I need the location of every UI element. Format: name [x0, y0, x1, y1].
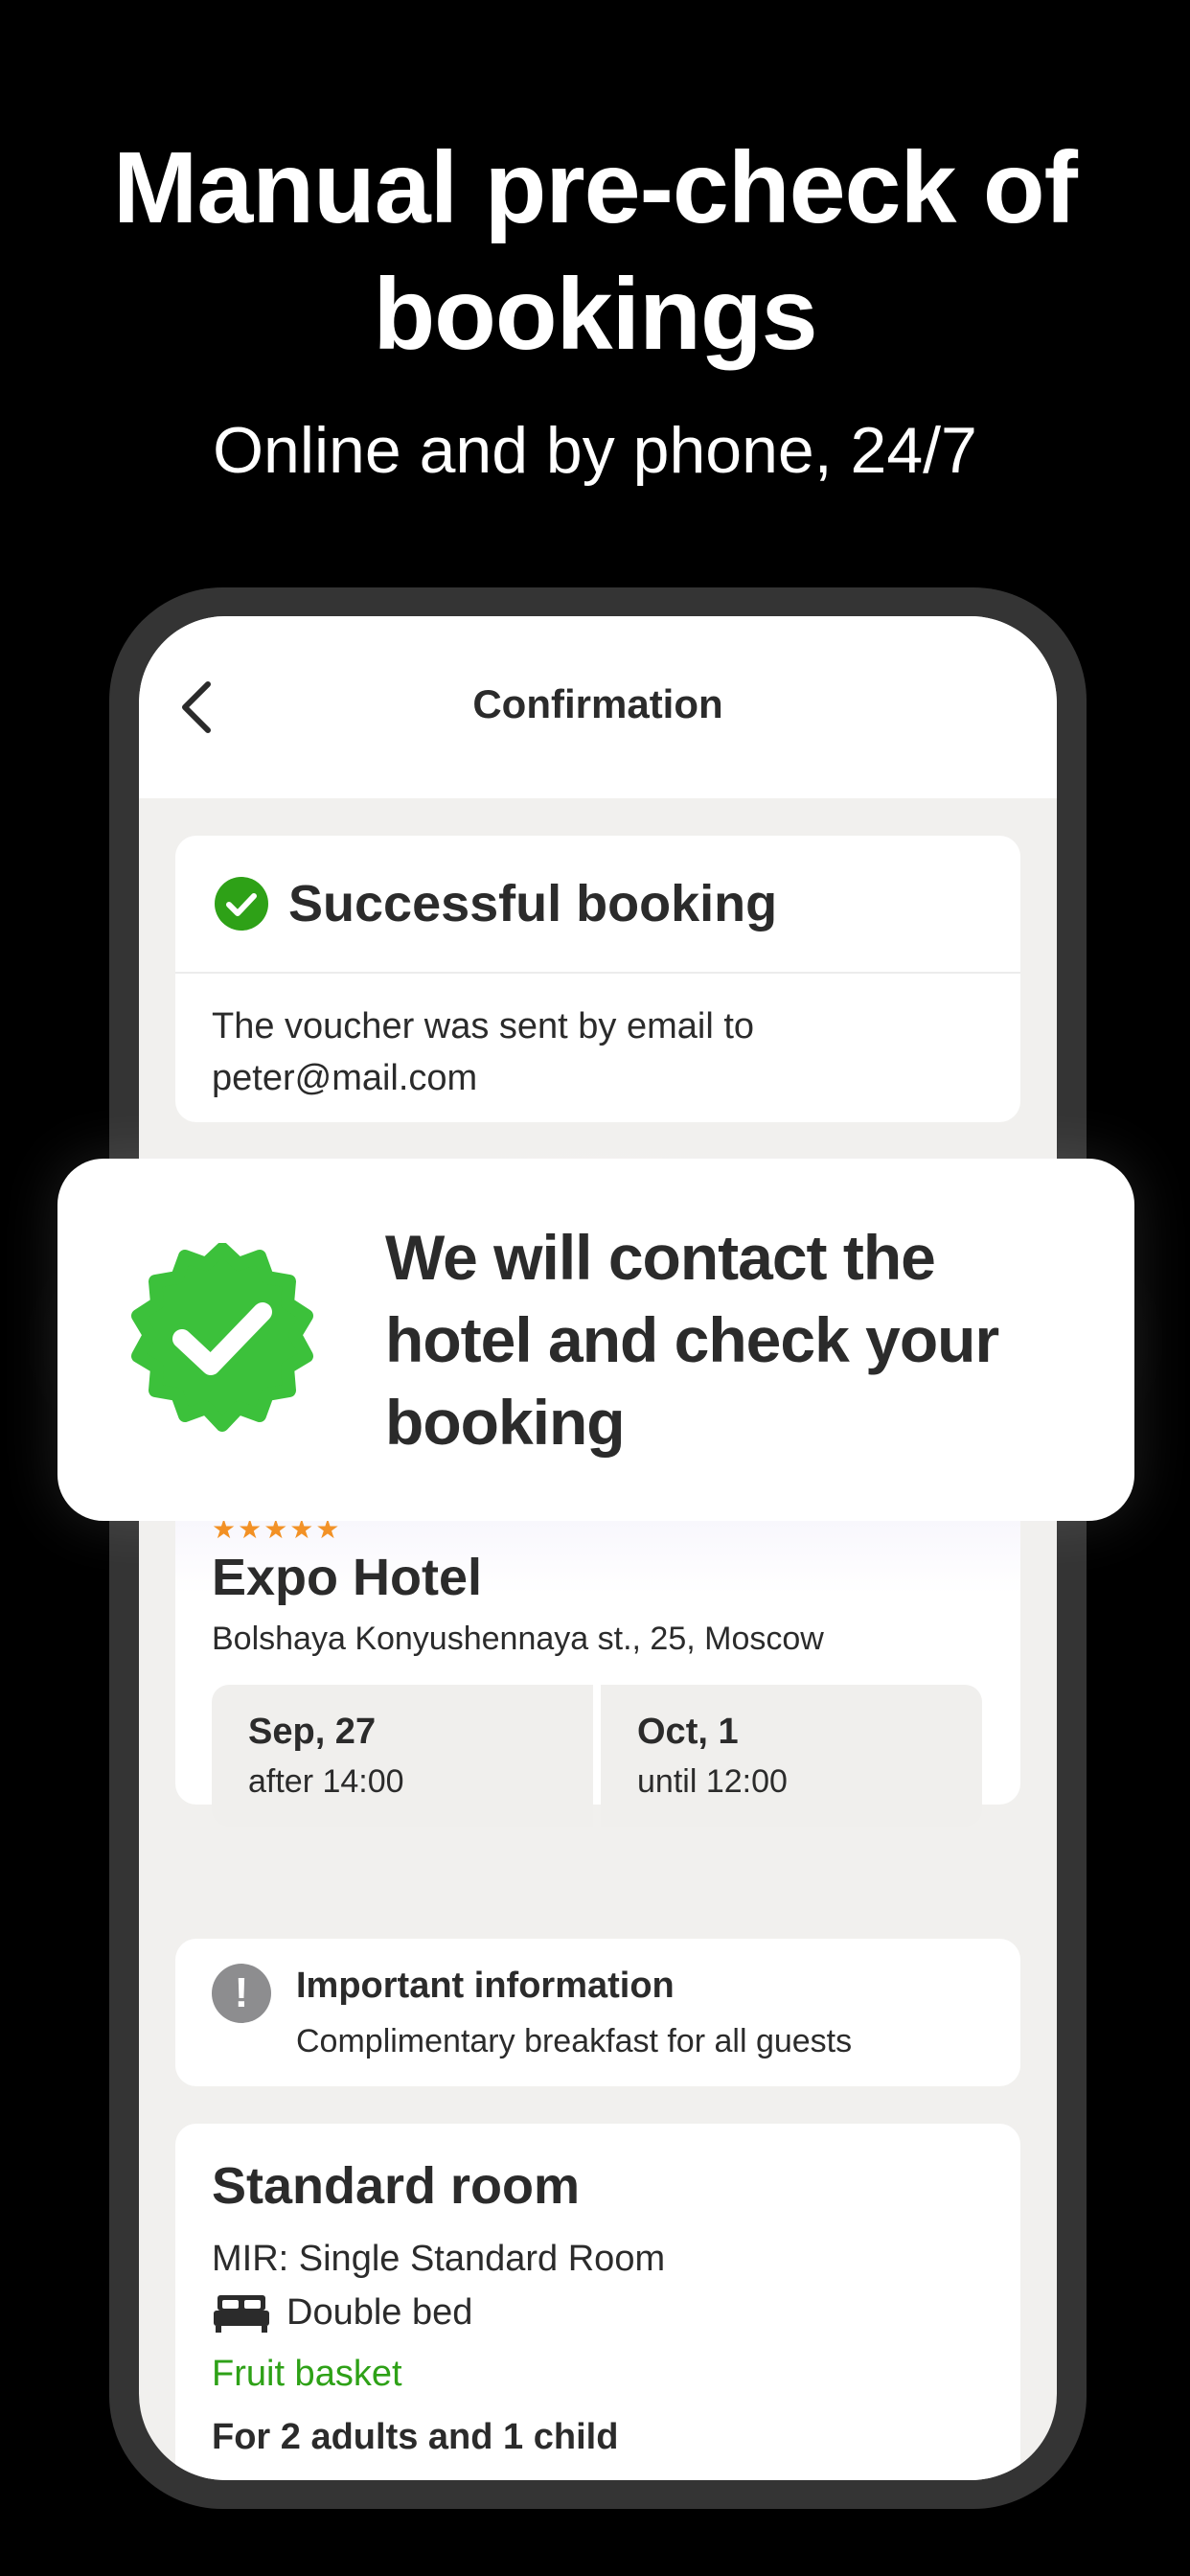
info-text: Complimentary breakfast for all guests — [296, 2023, 853, 2059]
check-in-date: Sep, 27 — [248, 1712, 377, 1752]
bed-label: Double bed — [286, 2292, 473, 2333]
promo-page: Manual pre-check of bookings Online and … — [0, 0, 1190, 2576]
success-title: Successful booking — [288, 875, 778, 932]
verified-badge-icon — [131, 1243, 313, 1432]
pre-check-message: We will contact the hotel and check your… — [385, 1222, 999, 1458]
check-in-time: after 14:00 — [248, 1763, 404, 1800]
page-title: Confirmation — [472, 681, 723, 726]
divider — [175, 972, 1020, 974]
info-title: Important information — [296, 1966, 675, 2006]
exclamation-icon: ! — [212, 1964, 271, 2023]
bed-icon — [214, 2294, 269, 2333]
check-in-box: Sep, 27 after 14:00 — [212, 1685, 593, 1827]
check-circle-icon — [215, 877, 268, 931]
nav-bar: Confirmation — [139, 616, 1057, 798]
pre-check-banner: We will contact the hotel and check your… — [57, 1159, 1134, 1521]
room-guests: For 2 adults and 1 child — [212, 2417, 619, 2457]
success-card: Successful booking The voucher was sent … — [175, 836, 1020, 1122]
promo-headline: Manual pre-check of bookings — [0, 125, 1190, 378]
important-info-card: ! Important information Complimentary br… — [175, 1939, 1020, 2086]
check-out-date: Oct, 1 — [637, 1712, 739, 1752]
room-title: Standard room — [212, 2157, 581, 2215]
room-bed: Double bed — [212, 2292, 472, 2334]
room-type: MIR: Single Standard Room — [212, 2239, 666, 2279]
promo-subheadline: Online and by phone, 24/7 — [213, 414, 977, 487]
room-extra: Fruit basket — [212, 2354, 402, 2394]
voucher-message: The voucher was sent by email to peter@m… — [212, 1006, 755, 1098]
hotel-address: Bolshaya Konyushennaya st., 25, Moscow — [212, 1621, 824, 1657]
check-out-box: Oct, 1 until 12:00 — [601, 1685, 982, 1827]
check-out-time: until 12:00 — [637, 1763, 788, 1800]
room-card: Standard room MIR: Single Standard Room … — [175, 2124, 1020, 2480]
promo-headline-text: Manual pre-check of bookings — [113, 131, 1078, 371]
success-header: Successful booking — [214, 874, 777, 933]
